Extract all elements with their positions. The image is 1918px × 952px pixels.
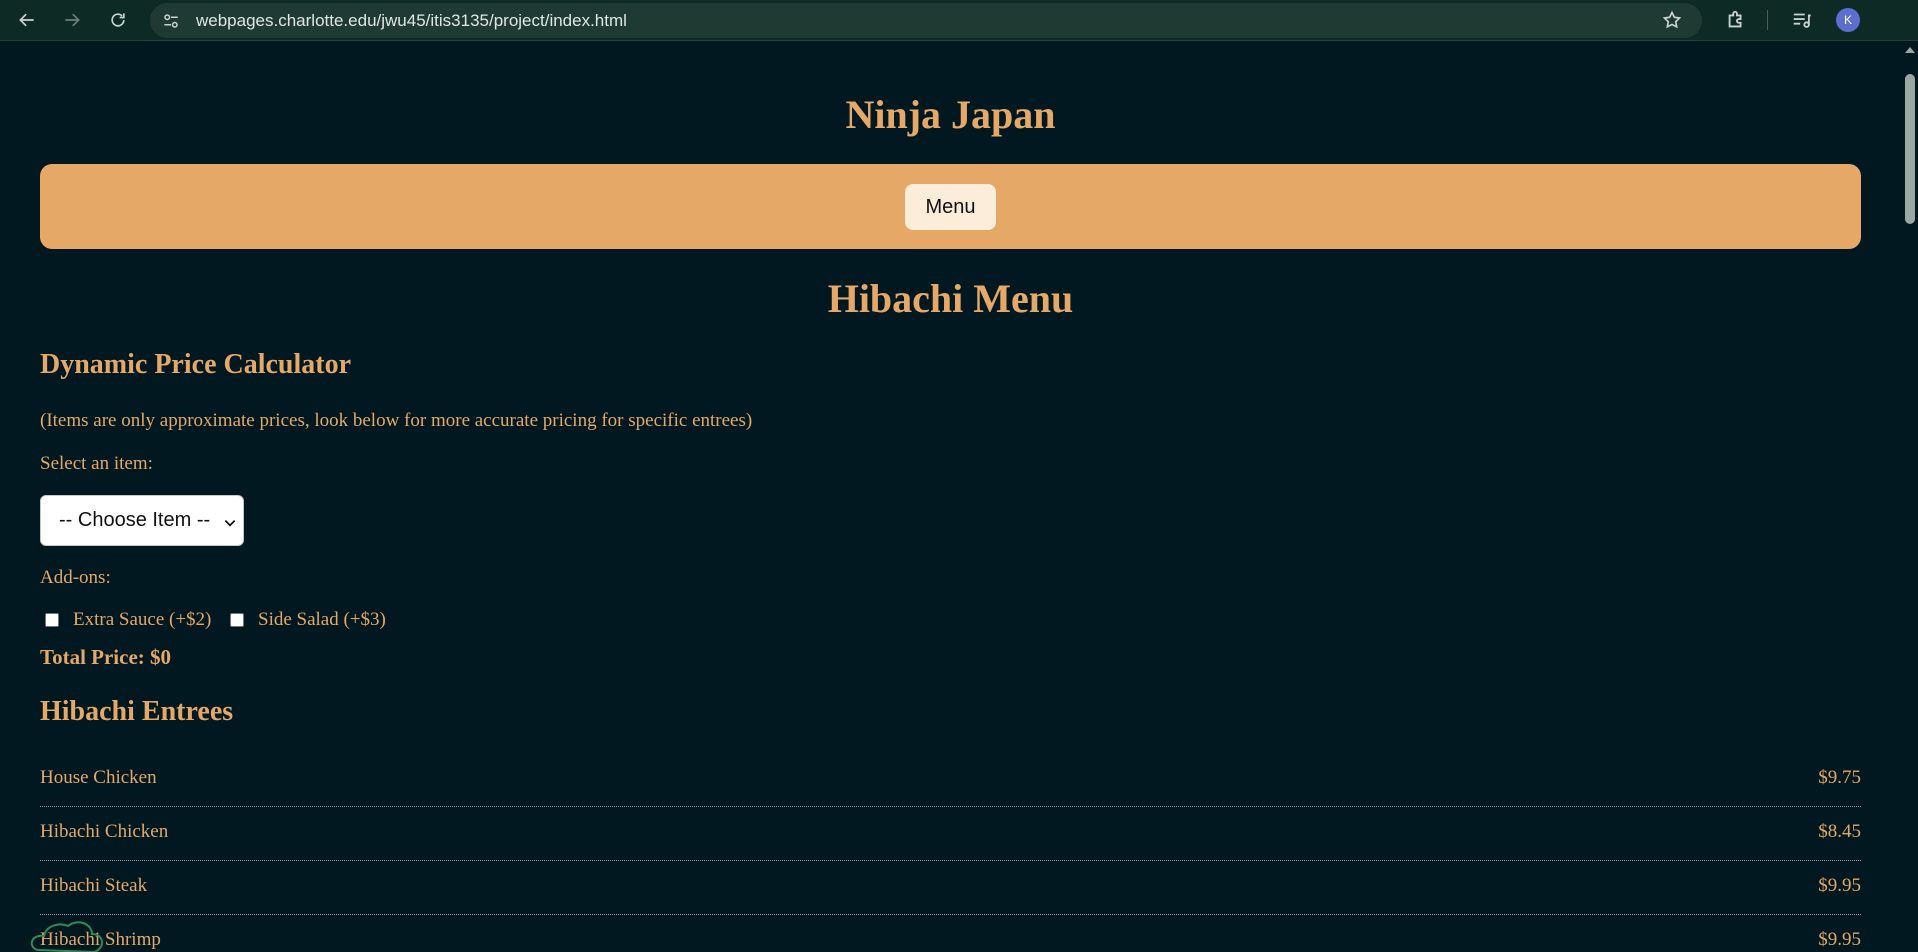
- select-item-label: Select an item:: [40, 453, 153, 474]
- menu-item-row: Hibachi Shrimp $9.95: [40, 915, 1861, 952]
- reload-icon[interactable]: [100, 2, 136, 38]
- menu-item-price: $9.75: [1818, 767, 1861, 788]
- calculator-heading: Dynamic Price Calculator: [40, 349, 352, 380]
- scrollbar-thumb[interactable]: [1905, 74, 1915, 224]
- menu-item-price: $9.95: [1818, 929, 1861, 950]
- page-title: Hibachi Menu: [827, 276, 1074, 321]
- entrees-heading: Hibachi Entrees: [40, 696, 234, 727]
- total-price: Total Price: $0: [40, 645, 172, 669]
- calculator-note: (Items are only approximate prices, look…: [40, 410, 753, 431]
- url-text[interactable]: webpages.charlotte.edu/jwu45/itis3135/pr…: [196, 11, 627, 31]
- extra-sauce-checkbox[interactable]: [45, 613, 59, 627]
- side-salad-label: Side Salad (+$3): [258, 609, 386, 630]
- chevron-down-icon: [223, 513, 237, 527]
- menu-item-price: $9.95: [1818, 875, 1861, 896]
- extensions-icon[interactable]: [1725, 9, 1747, 31]
- profile-avatar[interactable]: K: [1836, 8, 1860, 32]
- menu-item-name: Hibachi Steak: [40, 875, 148, 896]
- menu-item-name: House Chicken: [40, 767, 157, 788]
- page-scrollbar[interactable]: [1901, 41, 1918, 952]
- site-title: Ninja Japan: [845, 92, 1056, 137]
- toolbar-divider: [1767, 10, 1768, 30]
- addons-label: Add-ons:: [40, 567, 111, 588]
- media-controls-icon[interactable]: [1791, 9, 1813, 31]
- side-salad-checkbox[interactable]: [230, 613, 244, 627]
- browser-toolbar: webpages.charlotte.edu/jwu45/itis3135/pr…: [0, 0, 1918, 41]
- item-select[interactable]: -- Choose Item --: [40, 495, 244, 546]
- menu-item-name: Hibachi Shrimp: [40, 929, 161, 950]
- star-icon[interactable]: [1662, 10, 1682, 30]
- address-bar[interactable]: webpages.charlotte.edu/jwu45/itis3135/pr…: [150, 3, 1702, 38]
- menu-button[interactable]: Menu: [905, 184, 996, 230]
- extra-sauce-label: Extra Sauce (+$2): [73, 609, 212, 630]
- menu-item-name: Hibachi Chicken: [40, 821, 169, 842]
- navigation-bar: Menu: [40, 164, 1861, 249]
- forward-arrow-icon[interactable]: [54, 2, 90, 38]
- site-info-icon[interactable]: [160, 10, 182, 32]
- menu-item-row: House Chicken $9.75: [40, 753, 1861, 807]
- scroll-up-arrow-icon[interactable]: [1905, 47, 1915, 53]
- menu-item-row: Hibachi Chicken $8.45: [40, 807, 1861, 861]
- item-select-value: -- Choose Item --: [59, 509, 211, 531]
- menu-item-price: $8.45: [1818, 821, 1861, 842]
- back-arrow-icon[interactable]: [9, 2, 45, 38]
- menu-item-row: Hibachi Steak $9.95: [40, 861, 1861, 915]
- page-content: Ninja Japan Menu Hibachi Menu Dynamic Pr…: [0, 41, 1901, 952]
